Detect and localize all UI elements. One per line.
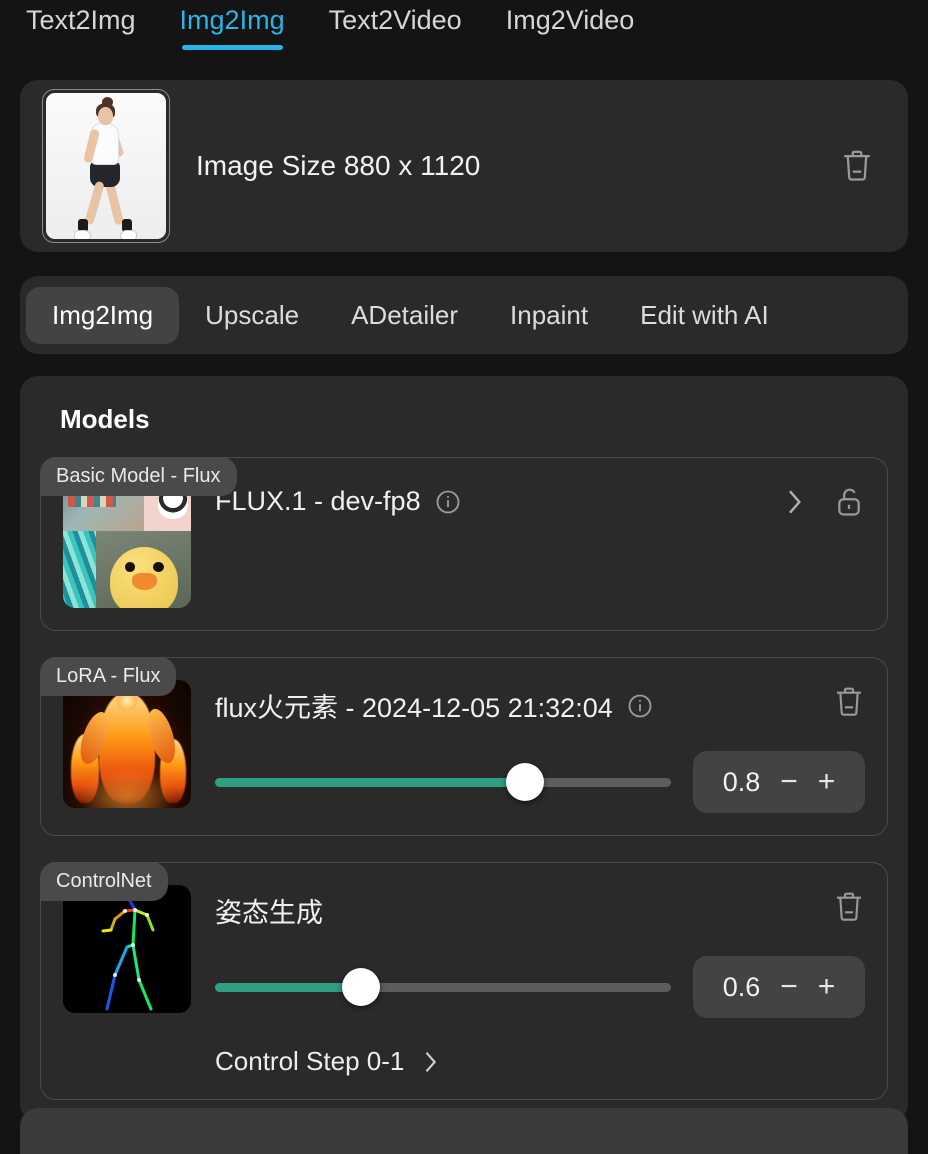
- decrement-button[interactable]: −: [780, 767, 798, 797]
- unlock-icon[interactable]: [833, 484, 865, 520]
- mode-tab-inpaint[interactable]: Inpaint: [484, 287, 614, 344]
- top-tab-label: Img2Video: [505, 5, 635, 35]
- trash-icon[interactable]: [833, 684, 865, 720]
- trash-icon[interactable]: [840, 147, 874, 185]
- walking-woman-illustration: [46, 93, 166, 239]
- basic-model-badge: Basic Model - Flux: [40, 457, 237, 496]
- basic-model-thumbnail[interactable]: [63, 480, 191, 608]
- top-tab-label: Text2Video: [328, 5, 462, 35]
- top-tab-img2video[interactable]: Img2Video: [506, 0, 635, 38]
- slider-knob[interactable]: [341, 968, 380, 1006]
- lora-weight-row: 0.8 − +: [215, 751, 865, 813]
- decrement-button[interactable]: −: [780, 972, 798, 1002]
- lora-weight-value: 0.8: [722, 766, 761, 797]
- app-root: Text2Img Img2Img Text2Video Img2Video Im…: [0, 0, 928, 1154]
- increment-button[interactable]: +: [818, 972, 836, 1002]
- next-section-peek: [20, 1108, 908, 1154]
- controlnet-name: 姿态生成: [215, 898, 323, 928]
- slider-fill: [215, 982, 361, 992]
- trash-icon[interactable]: [833, 889, 865, 925]
- controlnet-body: 姿态生成 0.6 − + Control Step 0-1: [215, 885, 865, 1077]
- controlnet-weight-value: 0.6: [722, 971, 761, 1002]
- lora-name: flux火元素 - 2024-12-05 21:32:04: [215, 693, 613, 723]
- slider-fill: [215, 777, 526, 787]
- controlnet-actions: [833, 889, 865, 925]
- lora-weight-stepper[interactable]: 0.8 − +: [693, 751, 865, 813]
- lora-model-card[interactable]: LoRA - Flux flux火元素 - 2024-12-05 21:32:0…: [40, 657, 888, 836]
- image-size-label: Image Size 880 x 1120: [196, 150, 481, 181]
- slider-knob[interactable]: [506, 763, 545, 801]
- top-tab-img2img[interactable]: Img2Img: [179, 0, 285, 50]
- basic-model-body: FLUX.1 - dev-fp8: [215, 480, 865, 517]
- controlnet-thumbnail[interactable]: [63, 885, 191, 1013]
- source-image-preview: [46, 93, 166, 239]
- openpose-skeleton-image: [63, 885, 191, 1013]
- lora-name-row: flux火元素 - 2024-12-05 21:32:04: [215, 686, 865, 725]
- tab-underline: [181, 45, 283, 50]
- lora-actions: [833, 684, 865, 720]
- lora-badge: LoRA - Flux: [40, 657, 177, 696]
- basic-model-name-row: FLUX.1 - dev-fp8: [215, 486, 865, 517]
- lora-weight-slider[interactable]: [215, 763, 671, 801]
- mode-tab-upscale[interactable]: Upscale: [179, 287, 325, 344]
- control-step-row[interactable]: Control Step 0-1: [215, 1046, 865, 1077]
- controlnet-weight-stepper[interactable]: 0.6 − +: [693, 956, 865, 1018]
- controlnet-weight-row: 0.6 − +: [215, 956, 865, 1018]
- control-step-label: Control Step 0-1: [215, 1046, 405, 1076]
- source-image-thumbnail[interactable]: [42, 89, 170, 243]
- mode-tab-edit-with-ai[interactable]: Edit with AI: [614, 287, 795, 344]
- basic-model-actions: [783, 484, 865, 520]
- lora-body: flux火元素 - 2024-12-05 21:32:04 0.8 − +: [215, 680, 865, 813]
- mode-tab-adetailer[interactable]: ADetailer: [325, 287, 484, 344]
- top-tab-text2video[interactable]: Text2Video: [329, 0, 462, 38]
- mode-tab-img2img[interactable]: Img2Img: [26, 286, 180, 344]
- source-image-card: Image Size 880 x 1120: [20, 80, 908, 252]
- chevron-right-icon[interactable]: [783, 486, 805, 518]
- info-icon[interactable]: [626, 692, 654, 720]
- chevron-right-icon[interactable]: [420, 1048, 440, 1076]
- models-panel: Models Basic Model - Flux FLUX.1 - dev-f…: [20, 376, 908, 1122]
- controlnet-name-row: 姿态生成: [215, 891, 865, 930]
- pose-skeleton: [101, 897, 155, 1011]
- basic-model-name: FLUX.1 - dev-fp8: [215, 486, 421, 516]
- info-icon[interactable]: [434, 488, 462, 516]
- models-section-title: Models: [60, 404, 150, 434]
- lora-thumbnail[interactable]: [63, 680, 191, 808]
- top-tab-label: Text2Img: [26, 5, 136, 35]
- controlnet-weight-slider[interactable]: [215, 968, 671, 1006]
- basic-model-card[interactable]: Basic Model - Flux FLUX.1 - dev-fp8: [40, 457, 888, 631]
- top-tab-label: Img2Img: [179, 5, 285, 35]
- increment-button[interactable]: +: [818, 767, 836, 797]
- top-tab-text2img[interactable]: Text2Img: [26, 0, 136, 38]
- controlnet-card[interactable]: ControlNet 姿态生成 0.6 − + Control Step 0-1: [40, 862, 888, 1100]
- flux-collage-image: [63, 480, 191, 608]
- top-tab-bar: Text2Img Img2Img Text2Video Img2Video: [0, 0, 928, 62]
- controlnet-badge: ControlNet: [40, 862, 168, 901]
- mode-tab-bar: Img2Img Upscale ADetailer Inpaint Edit w…: [20, 276, 908, 354]
- fire-element-image: [63, 680, 191, 808]
